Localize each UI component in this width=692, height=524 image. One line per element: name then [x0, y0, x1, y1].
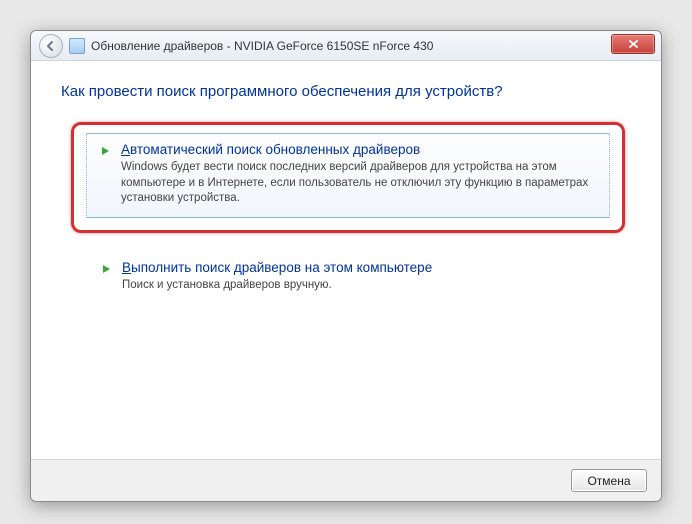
dialog-footer: Отмена — [31, 459, 661, 501]
close-button[interactable] — [611, 34, 655, 54]
dialog-body: Как провести поиск программного обеспече… — [31, 61, 661, 459]
option-auto-title: Автоматический поиск обновленных драйвер… — [121, 142, 597, 157]
option-manual-search[interactable]: Выполнить поиск драйверов на этом компью… — [73, 249, 623, 307]
arrow-right-icon — [99, 142, 117, 207]
dialog-window: Обновление драйверов - NVIDIA GeForce 61… — [30, 30, 662, 502]
cancel-label: Отмена — [587, 474, 630, 488]
option-auto-desc: Windows будет вести поиск последних верс… — [121, 160, 597, 207]
cancel-button[interactable]: Отмена — [571, 469, 647, 492]
arrow-left-icon — [45, 40, 57, 52]
option-auto-search[interactable]: Автоматический поиск обновленных драйвер… — [71, 122, 625, 233]
option-manual-desc: Поиск и установка драйверов вручную. — [122, 278, 596, 294]
app-icon — [69, 38, 85, 54]
window-title: Обновление драйверов - NVIDIA GeForce 61… — [91, 39, 433, 53]
back-button[interactable] — [39, 34, 63, 58]
close-icon — [628, 39, 639, 49]
titlebar: Обновление драйверов - NVIDIA GeForce 61… — [31, 31, 661, 61]
option-manual-title: Выполнить поиск драйверов на этом компью… — [122, 260, 596, 275]
arrow-right-icon — [100, 260, 118, 294]
dialog-question: Как провести поиск программного обеспече… — [61, 83, 631, 100]
